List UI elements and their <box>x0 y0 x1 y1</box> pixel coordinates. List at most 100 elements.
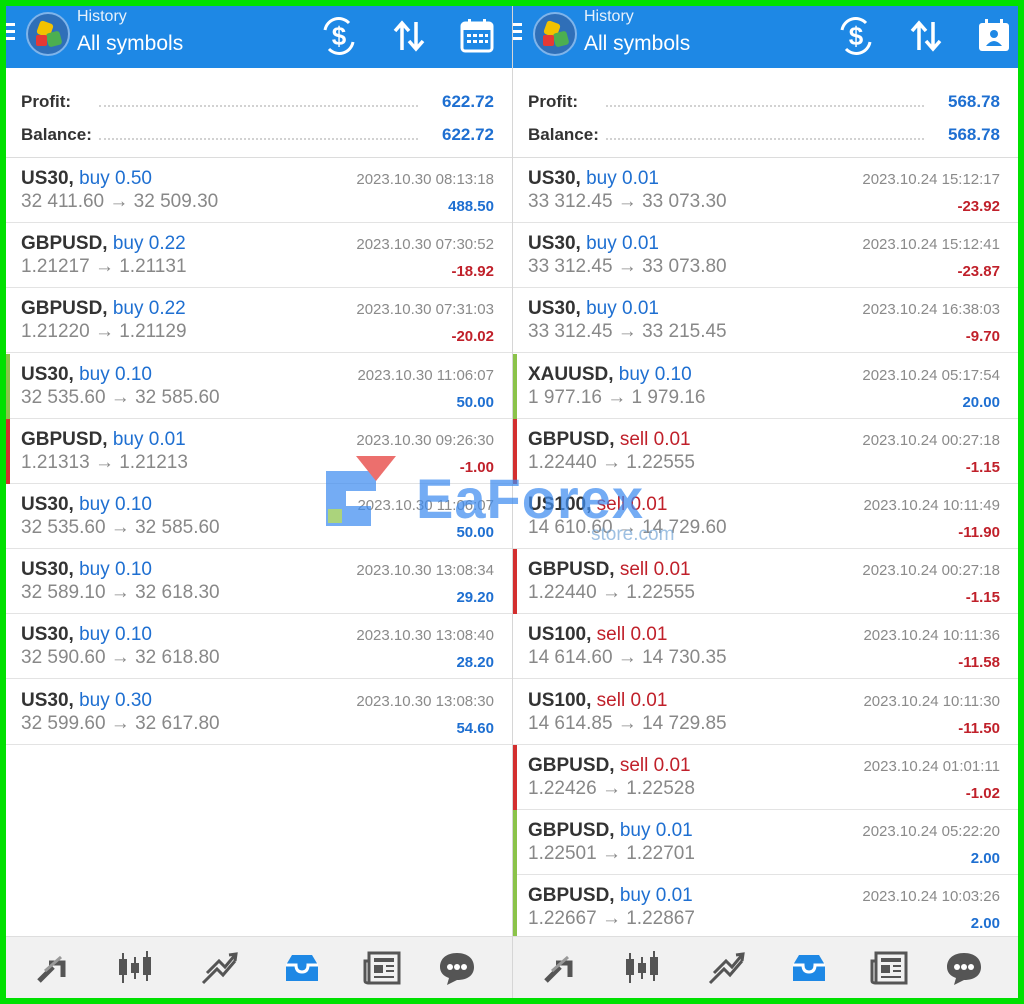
deal-marker <box>513 549 517 614</box>
deal-profit: 50.00 <box>456 524 494 541</box>
deal-symbol-name: US30, <box>21 624 74 645</box>
profit-row: Profit: 568.78 <box>528 92 1000 114</box>
menu-icon[interactable] <box>6 23 15 41</box>
deal-type: buy 0.01 <box>586 168 659 189</box>
news-icon[interactable] <box>363 949 403 987</box>
deal-symbol-name: GBPUSD, <box>21 233 108 254</box>
profit-row: Profit: 622.72 <box>21 92 494 114</box>
chat-icon[interactable] <box>437 949 477 987</box>
deal-row[interactable]: GBPUSD, sell 0.01 2023.10.24 00:27:18 1.22… <box>513 419 1018 484</box>
deal-profit: -1.02 <box>965 785 1000 802</box>
deal-symbol: GBPUSD, buy 0.01 <box>21 429 186 451</box>
deal-time: 2023.10.24 15:12:41 <box>862 236 1000 253</box>
deal-row[interactable]: GBPUSD, buy 0.01 2023.10.30 09:26:30 1.213… <box>6 419 512 484</box>
deal-prices: 33 312.45 → 33 073.80 <box>528 256 727 277</box>
deal-row[interactable]: US30, buy 0.01 2023.10.24 15:12:17 33 312.… <box>513 158 1018 223</box>
deal-row[interactable]: US30, buy 0.30 2023.10.30 13:08:30 32 599.… <box>6 680 512 745</box>
deal-prices: 33 312.45 → 33 073.30 <box>528 191 727 212</box>
deal-prices: 32 411.60 → 32 509.30 <box>21 191 219 212</box>
deal-type: buy 0.30 <box>79 690 152 711</box>
trade-icon[interactable] <box>199 949 239 987</box>
deal-symbol: US100, sell 0.01 <box>528 494 667 516</box>
chart-icon[interactable] <box>622 949 662 987</box>
custom-period-icon[interactable] <box>974 16 1014 56</box>
deal-prices: 14 610.60 → 14 729.60 <box>528 517 727 538</box>
deal-row[interactable]: US30, buy 0.01 2023.10.24 15:12:41 33 312.… <box>513 223 1018 288</box>
deal-type: buy 0.10 <box>79 494 152 515</box>
chat-icon[interactable] <box>944 949 984 987</box>
deal-row[interactable]: US30, buy 0.01 2023.10.24 16:38:03 33 312.… <box>513 288 1018 353</box>
deal-profit: -11.50 <box>958 720 1000 737</box>
deal-symbol: US30, buy 0.10 <box>21 624 152 646</box>
deal-symbol: US100, sell 0.01 <box>528 624 667 646</box>
quotes-icon[interactable] <box>33 949 73 987</box>
deal-row[interactable]: GBPUSD, sell 0.01 2023.10.24 00:27:18 1.22… <box>513 549 1018 614</box>
deal-row[interactable]: US30, buy 0.10 2023.10.30 13:08:34 32 589.… <box>6 549 512 614</box>
deal-symbol: US30, buy 0.50 <box>21 168 152 190</box>
deal-type: buy 0.50 <box>79 168 152 189</box>
deal-row[interactable]: US100, sell 0.01 2023.10.24 10:11:49 14 61… <box>513 484 1018 549</box>
deal-prices: 1.21220 → 1.21129 <box>21 321 187 342</box>
menu-icon[interactable] <box>513 23 522 41</box>
deal-time: 2023.10.30 07:30:52 <box>356 236 494 253</box>
deal-symbol: GBPUSD, buy 0.01 <box>528 885 693 907</box>
deal-row[interactable]: GBPUSD, buy 0.22 2023.10.30 07:30:52 1.212… <box>6 223 512 288</box>
deal-type: buy 0.10 <box>79 624 152 645</box>
sort-icon[interactable] <box>906 16 946 56</box>
profit-value: 622.72 <box>436 92 494 112</box>
deal-type: sell 0.01 <box>596 624 668 645</box>
profit-value: 568.78 <box>942 92 1000 112</box>
deposit-icon[interactable]: $ <box>836 16 876 56</box>
deposit-icon[interactable]: $ <box>319 16 359 56</box>
deal-symbol-name: GBPUSD, <box>21 298 108 319</box>
deal-prices: 14 614.60 → 14 730.35 <box>528 647 727 668</box>
deal-marker <box>513 810 517 875</box>
deal-symbol: US30, buy 0.10 <box>21 364 152 386</box>
deal-time: 2023.10.30 07:31:03 <box>356 301 494 318</box>
deal-row[interactable]: US30, buy 0.10 2023.10.30 11:06:07 32 535.… <box>6 484 512 549</box>
chart-icon[interactable] <box>115 949 155 987</box>
screenshot-frame: History All symbols $ Profit: 622.72 Bal… <box>6 6 1018 998</box>
deal-time: 2023.10.30 13:08:40 <box>356 627 494 644</box>
deal-row[interactable]: US30, buy 0.50 2023.10.30 08:13:18 32 411.… <box>6 158 512 223</box>
deal-symbol-name: US30, <box>21 690 74 711</box>
deal-type: buy 0.10 <box>79 559 152 580</box>
deal-row[interactable]: US30, buy 0.10 2023.10.30 13:08:40 32 590.… <box>6 614 512 679</box>
deal-symbol-name: US30, <box>21 364 74 385</box>
news-icon[interactable] <box>870 949 910 987</box>
calendar-icon[interactable] <box>457 16 497 56</box>
deal-symbol-name: GBPUSD, <box>528 820 615 841</box>
trade-icon[interactable] <box>706 949 746 987</box>
deal-row[interactable]: US30, buy 0.10 2023.10.30 11:06:07 32 535.… <box>6 354 512 419</box>
metatrader-logo <box>533 12 577 56</box>
header-subtitle[interactable]: All symbols <box>584 32 690 56</box>
deal-row[interactable]: GBPUSD, buy 0.01 2023.10.24 05:22:20 1.225… <box>513 810 1018 875</box>
deal-prices: 32 599.60 → 32 617.80 <box>21 713 220 734</box>
profit-label: Profit: <box>528 92 585 112</box>
deal-symbol: US30, buy 0.10 <box>21 559 152 581</box>
deal-time: 2023.10.24 10:03:26 <box>862 888 1000 905</box>
balance-row: Balance: 622.72 <box>21 125 494 147</box>
deal-profit: -11.90 <box>958 524 1000 541</box>
profit-label: Profit: <box>21 92 78 112</box>
history-icon[interactable] <box>282 949 322 987</box>
deal-row[interactable]: US100, sell 0.01 2023.10.24 10:11:36 14 61… <box>513 614 1018 679</box>
deal-row[interactable]: GBPUSD, buy 0.01 2023.10.24 10:03:26 1.226… <box>513 875 1018 940</box>
balance-value: 622.72 <box>436 125 494 145</box>
history-icon[interactable] <box>789 949 829 987</box>
deal-prices: 33 312.45 → 33 215.45 <box>528 321 727 342</box>
quotes-icon[interactable] <box>540 949 580 987</box>
deal-symbol: US30, buy 0.01 <box>528 233 659 255</box>
deal-row[interactable]: XAUUSD, buy 0.10 2023.10.24 05:17:54 1 977… <box>513 354 1018 419</box>
header-subtitle[interactable]: All symbols <box>77 32 183 56</box>
deal-profit: -20.02 <box>451 328 494 345</box>
sort-icon[interactable] <box>389 16 429 56</box>
deal-row[interactable]: US100, sell 0.01 2023.10.24 10:11:30 14 61… <box>513 680 1018 745</box>
bottom-nav <box>513 936 1018 998</box>
deal-time: 2023.10.24 01:01:11 <box>863 758 1000 775</box>
deal-row[interactable]: GBPUSD, sell 0.01 2023.10.24 01:01:11 1.22… <box>513 745 1018 810</box>
deal-profit: 29.20 <box>456 589 494 606</box>
deal-marker <box>513 354 517 419</box>
app-header: History All symbols $ <box>6 6 512 68</box>
deal-row[interactable]: GBPUSD, buy 0.22 2023.10.30 07:31:03 1.212… <box>6 288 512 353</box>
